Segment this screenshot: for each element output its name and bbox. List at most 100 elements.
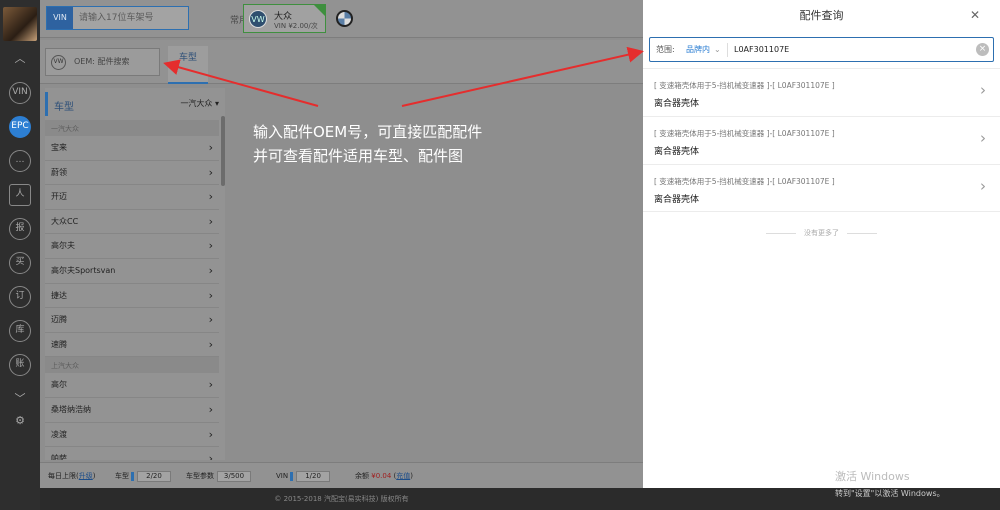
- list-item[interactable]: 高尔 ›: [45, 373, 219, 398]
- list-item-label: 开迈: [51, 192, 67, 202]
- brand-card-vw[interactable]: VW 大众 VIN ¥2.00/次: [243, 4, 326, 33]
- vin-input[interactable]: VIN 请输入17位车架号: [46, 6, 189, 30]
- list-item[interactable]: 大众CC ›: [45, 210, 219, 235]
- rail-button-buy[interactable]: 买: [9, 252, 31, 274]
- balance-label: 余额: [355, 472, 369, 480]
- list-item-label: 蔚领: [51, 167, 67, 177]
- oem-placeholder: 配件搜索: [97, 57, 130, 66]
- rail-button-epc[interactable]: EPC: [9, 116, 31, 138]
- sidebar-header: 车型 一汽大众 ▾: [45, 92, 225, 116]
- rail-button-contacts[interactable]: 人: [9, 184, 31, 206]
- part-query-panel: 配件查询 ✕ 范围: 品牌内 ⌄ L0AF301107E × [ 变速箱壳体用于…: [643, 0, 1000, 488]
- upgrade-link[interactable]: 升级: [79, 472, 93, 480]
- oem-label: OEM:: [74, 57, 95, 66]
- chevron-right-icon: ›: [208, 378, 213, 392]
- list-item[interactable]: 捷达 ›: [45, 284, 219, 309]
- list-item[interactable]: 高尔夫 ›: [45, 234, 219, 259]
- vw-logo-icon: VW: [249, 10, 267, 28]
- list-item[interactable]: 宝来 ›: [45, 136, 219, 161]
- result-name: 离合器壳体: [654, 147, 700, 157]
- list-item[interactable]: 开迈 ›: [45, 185, 219, 210]
- balance-value: ¥0.04: [371, 472, 392, 480]
- rail-button-order[interactable]: 订: [9, 286, 31, 308]
- result-name: 离合器壳体: [654, 195, 700, 205]
- bmw-logo-icon[interactable]: [336, 10, 353, 27]
- chevron-right-icon: ›: [208, 263, 213, 277]
- sidebar-title: 车型: [54, 102, 74, 113]
- list-item[interactable]: 桑塔纳浩纳 ›: [45, 398, 219, 423]
- top-bar: VIN 请输入17位车架号 常用品牌 VW 大众 VIN ¥2.00/次: [40, 0, 643, 38]
- list-item[interactable]: 高尔夫Sportsvan ›: [45, 259, 219, 284]
- selected-check-icon: [314, 5, 325, 16]
- list-item[interactable]: 迈腾 ›: [45, 308, 219, 333]
- rail-button-vin[interactable]: VIN: [9, 82, 31, 104]
- list-item-label: 宝来: [51, 143, 67, 152]
- chevron-right-icon: ›: [208, 141, 213, 154]
- brand-price: VIN ¥2.00/次: [274, 22, 318, 30]
- vin-tag: VIN: [47, 7, 73, 29]
- list-item-label: 大众CC: [51, 216, 79, 226]
- copyright-footer: © 2015-2018 汽配宝(易实科技) 版权所有: [40, 488, 643, 510]
- part-search-box[interactable]: 范围: 品牌内 ⌄ L0AF301107E ×: [649, 37, 994, 62]
- chevron-right-icon: ›: [208, 165, 213, 179]
- list-item[interactable]: 凌渡 ›: [45, 423, 219, 448]
- list-item-label: 高尔夫: [51, 241, 75, 251]
- sidebar-scrollbar[interactable]: [221, 116, 225, 186]
- chevron-down-icon[interactable]: ⌄: [714, 38, 721, 61]
- model-quota-label: 车型: [115, 472, 129, 480]
- result-item[interactable]: [ 变速箱壳体用于5-挡机械变速器 ]-[ L0AF301107E ] 离合器壳…: [643, 164, 1000, 212]
- brand-selector[interactable]: 一汽大众 ▾: [180, 98, 219, 109]
- query-input[interactable]: L0AF301107E: [734, 38, 789, 61]
- params-quota-label: 车型参数: [186, 472, 214, 480]
- result-subtitle: [ 变速箱壳体用于5-挡机械变速器 ]-[ L0AF301107E ]: [654, 177, 835, 186]
- divider: [727, 43, 728, 57]
- oem-search-input[interactable]: VW OEM: 配件搜索: [45, 48, 160, 76]
- panel-title: 配件查询: [799, 9, 844, 22]
- result-list: [ 变速箱壳体用于5-挡机械变速器 ]-[ L0AF301107E ] 离合器壳…: [643, 68, 1000, 212]
- list-item[interactable]: 蔚领 ›: [45, 161, 219, 186]
- result-item[interactable]: [ 变速箱壳体用于5-挡机械变速器 ]-[ L0AF301107E ] 离合器壳…: [643, 116, 1000, 164]
- list-item[interactable]: 速腾 ›: [45, 333, 219, 358]
- list-item-label: 高尔夫Sportsvan: [51, 265, 116, 275]
- windows-watermark: 激活 Windows: [835, 470, 910, 483]
- list-item[interactable]: 帕萨 ›: [45, 447, 219, 460]
- model-quota-value: 2/20: [137, 471, 171, 482]
- avatar[interactable]: [3, 7, 37, 41]
- list-item-label: 凌渡: [51, 429, 67, 439]
- rail-button-account[interactable]: 账: [9, 354, 31, 376]
- vw-logo-icon: VW: [51, 55, 66, 70]
- chevron-right-icon: ›: [208, 313, 213, 327]
- quota-bar: [290, 471, 294, 481]
- chevron-right-icon: ›: [208, 288, 213, 302]
- rail-button-report[interactable]: 报: [9, 218, 31, 240]
- result-item[interactable]: [ 变速箱壳体用于5-挡机械变速器 ]-[ L0AF301107E ] 离合器壳…: [643, 68, 1000, 116]
- model-sidebar: 车型 一汽大众 ▾ 一汽大众 宝来 › 蔚领 › 开迈 › 大众CC › 高尔夫 › 高尔…: [45, 88, 225, 460]
- list-item-label: 速腾: [51, 339, 67, 349]
- oem-row: VW OEM: 配件搜索 车型: [40, 40, 643, 84]
- annotation-line-1: 输入配件OEM号，可直接匹配配件: [253, 123, 483, 141]
- clear-icon[interactable]: ×: [976, 43, 989, 56]
- tab-model[interactable]: 车型: [168, 46, 208, 84]
- list-item-label: 帕萨: [51, 454, 67, 460]
- result-subtitle: [ 变速箱壳体用于5-挡机械变速器 ]-[ L0AF301107E ]: [654, 129, 835, 138]
- group-header: 一汽大众: [45, 120, 219, 136]
- chevron-down-icon[interactable]: ﹀: [0, 388, 40, 410]
- no-more-text: 没有更多了: [643, 228, 1000, 238]
- rail-button-stock[interactable]: 库: [9, 320, 31, 342]
- scope-label: 范围:: [656, 45, 675, 54]
- chevron-right-icon: ›: [208, 452, 213, 460]
- chevron-right-icon: ›: [208, 190, 213, 204]
- chevron-right-icon: ›: [980, 177, 986, 195]
- scope-select[interactable]: 品牌内: [686, 38, 710, 61]
- gear-icon[interactable]: ⚙: [0, 410, 40, 432]
- chevron-right-icon: ›: [980, 129, 986, 147]
- chevron-up-icon[interactable]: ︿: [0, 48, 40, 70]
- annotation-line-2: 并可查看配件适用车型、配件图: [253, 147, 464, 165]
- chevron-right-icon: ›: [208, 337, 213, 351]
- quota-bar: [131, 471, 134, 481]
- close-icon[interactable]: ✕: [970, 8, 980, 22]
- annotation-text: 输入配件OEM号，可直接匹配配件 并可查看配件适用车型、配件图: [253, 120, 482, 168]
- rail-button-chat[interactable]: …: [9, 150, 31, 172]
- windows-watermark-sub: 转到"设置"以激活 Windows。: [835, 489, 945, 498]
- recharge-link[interactable]: 充值: [396, 472, 410, 480]
